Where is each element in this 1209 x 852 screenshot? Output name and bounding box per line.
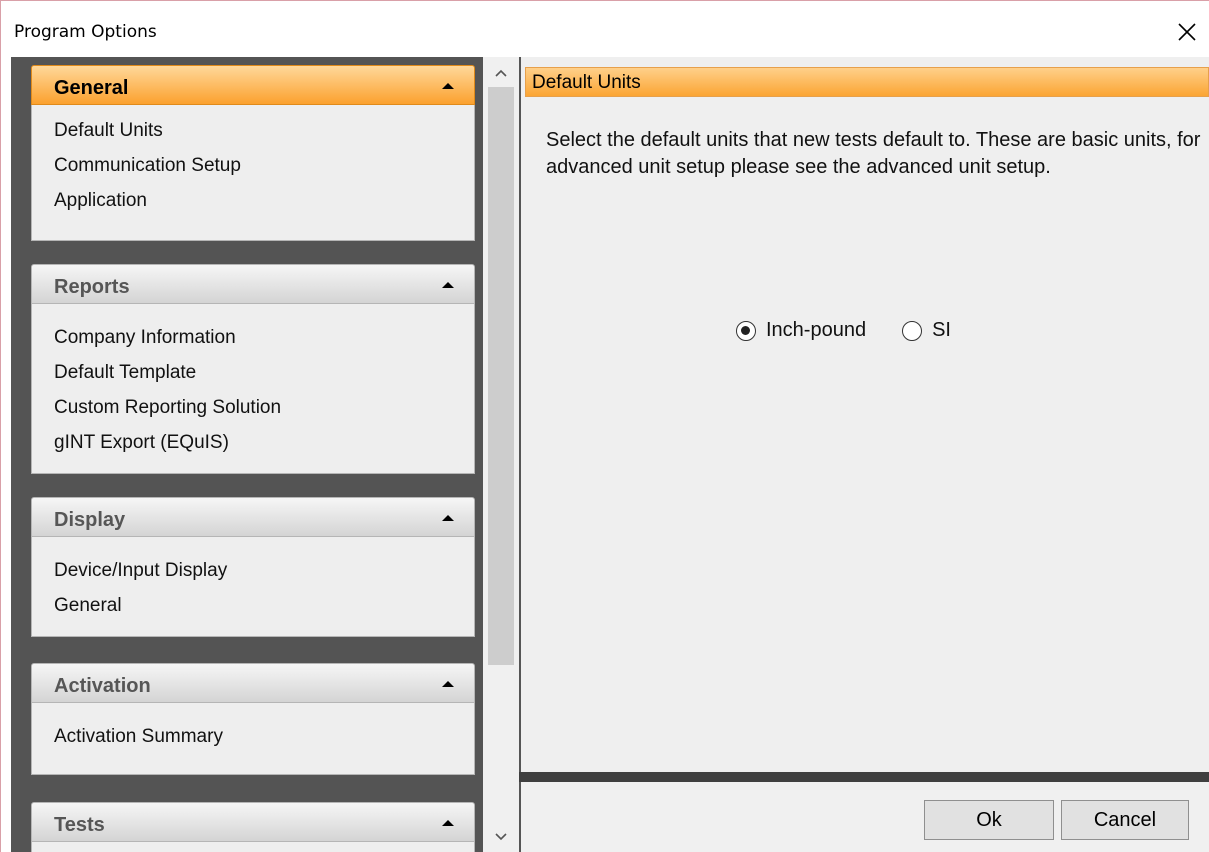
collapse-arrow-icon (442, 515, 454, 521)
radio-label: Inch-pound (766, 319, 867, 341)
collapse-arrow-icon (442, 820, 454, 826)
sidebar-scrollbar[interactable] (483, 57, 519, 852)
group-title: Activation (54, 675, 151, 697)
group-header-display[interactable]: Display (31, 497, 475, 537)
group-title: Display (54, 509, 126, 531)
footer-divider (519, 772, 1209, 782)
sidebar-item-gint-export[interactable]: gINT Export (EQuIS) (54, 425, 474, 460)
radio-label: SI (932, 319, 951, 341)
title-bar: Program Options (1, 1, 1209, 57)
sidebar-item-custom-reporting-solution[interactable]: Custom Reporting Solution (54, 390, 474, 425)
section-title: Default Units (532, 72, 641, 93)
group-general: General Default Units Communication Setu… (31, 65, 475, 241)
radio-si[interactable]: SI (902, 319, 951, 342)
sidebar-item-communication-setup[interactable]: Communication Setup (54, 148, 474, 183)
scroll-thumb[interactable] (488, 87, 514, 665)
group-header-tests[interactable]: Tests (31, 802, 475, 842)
cancel-button[interactable]: Cancel (1061, 800, 1189, 840)
collapse-arrow-icon (442, 282, 454, 288)
options-sidebar: General Default Units Communication Setu… (11, 57, 483, 852)
scroll-down-button[interactable] (491, 827, 511, 847)
sidebar-item-device-input-display[interactable]: Device/Input Display (54, 553, 474, 588)
sidebar-item-application[interactable]: Application (54, 183, 474, 218)
group-body-reports: Company Information Default Template Cus… (31, 304, 475, 474)
ok-button[interactable]: Ok (924, 800, 1054, 840)
radio-button-checked[interactable] (736, 320, 756, 341)
group-body-display: Device/Input Display General (31, 537, 475, 637)
sidebar-item-display-general[interactable]: General (54, 588, 474, 623)
sidebar-item-activation-summary[interactable]: Activation Summary (54, 719, 474, 754)
chevron-up-icon (495, 69, 507, 77)
group-reports: Reports Company Information Default Temp… (31, 264, 475, 474)
group-title: Reports (54, 276, 130, 298)
main-panel: Default Units Select the default units t… (519, 57, 1209, 852)
program-options-window: Program Options General Default Units Co… (0, 0, 1209, 852)
sidebar-item-default-units[interactable]: Default Units (54, 113, 474, 148)
group-title: General (54, 77, 129, 99)
group-header-general[interactable]: General (31, 65, 475, 105)
dialog-footer: Ok Cancel (519, 782, 1209, 852)
group-body-tests (31, 842, 475, 852)
group-title: Tests (54, 814, 105, 836)
close-button[interactable] (1170, 15, 1204, 49)
scroll-up-button[interactable] (491, 63, 511, 83)
sidebar-item-default-template[interactable]: Default Template (54, 355, 474, 390)
close-icon (1178, 23, 1196, 41)
group-activation: Activation Activation Summary (31, 663, 475, 775)
sidebar-item-company-information[interactable]: Company Information (54, 320, 474, 355)
settings-content: Default Units Select the default units t… (519, 57, 1209, 772)
units-radio-group: Inch-pound SI (736, 319, 987, 342)
group-body-general: Default Units Communication Setup Applic… (31, 105, 475, 241)
chevron-down-icon (495, 833, 507, 841)
group-header-reports[interactable]: Reports (31, 264, 475, 304)
group-tests: Tests (31, 802, 475, 852)
group-header-activation[interactable]: Activation (31, 663, 475, 703)
units-description: Select the default units that new tests … (546, 129, 1201, 178)
group-display: Display Device/Input Display General (31, 497, 475, 637)
section-header: Default Units (525, 67, 1209, 97)
radio-button-unchecked[interactable] (902, 320, 923, 341)
window-title: Program Options (14, 22, 157, 42)
collapse-arrow-icon (442, 681, 454, 687)
radio-inch-pound[interactable]: Inch-pound (736, 319, 866, 342)
collapse-arrow-icon (442, 83, 454, 89)
group-body-activation: Activation Summary (31, 703, 475, 775)
